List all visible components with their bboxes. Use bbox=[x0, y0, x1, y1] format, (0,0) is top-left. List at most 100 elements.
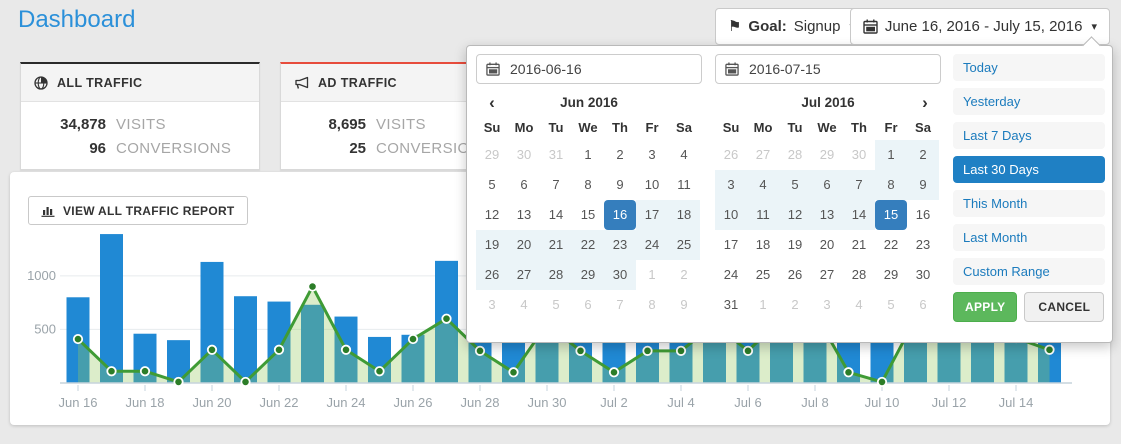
conversions-point[interactable] bbox=[442, 315, 450, 323]
calendar-day[interactable]: 30 bbox=[604, 260, 636, 290]
conversions-point[interactable] bbox=[476, 347, 484, 355]
calendar-day[interactable]: 4 bbox=[843, 290, 875, 320]
calendar-day[interactable]: 16 bbox=[907, 200, 939, 230]
end-date-field[interactable] bbox=[747, 60, 932, 78]
calendar-day[interactable]: 10 bbox=[715, 200, 747, 230]
calendar-day[interactable]: 9 bbox=[907, 170, 939, 200]
start-date-input[interactable] bbox=[476, 54, 702, 84]
calendar-day[interactable]: 2 bbox=[668, 260, 700, 290]
calendar-day[interactable]: 14 bbox=[843, 200, 875, 230]
calendar-day[interactable]: 22 bbox=[875, 230, 907, 260]
calendar-day[interactable]: 4 bbox=[508, 290, 540, 320]
range-preset-yesterday[interactable]: Yesterday bbox=[953, 88, 1105, 115]
conversions-point[interactable] bbox=[107, 367, 115, 375]
calendar-day[interactable]: 17 bbox=[715, 230, 747, 260]
calendar-day[interactable]: 7 bbox=[843, 170, 875, 200]
calendar-day[interactable]: 3 bbox=[476, 290, 508, 320]
calendar-day[interactable]: 9 bbox=[604, 170, 636, 200]
conversions-point[interactable] bbox=[208, 346, 216, 354]
range-preset-custom-range[interactable]: Custom Range bbox=[953, 258, 1105, 285]
calendar-day[interactable]: 20 bbox=[811, 230, 843, 260]
calendar-day[interactable]: 18 bbox=[747, 230, 779, 260]
calendar-day[interactable]: 29 bbox=[476, 140, 508, 170]
calendar-day[interactable]: 30 bbox=[907, 260, 939, 290]
conversions-point[interactable] bbox=[141, 367, 149, 375]
calendar-day[interactable]: 23 bbox=[907, 230, 939, 260]
range-preset-last-month[interactable]: Last Month bbox=[953, 224, 1105, 251]
calendar-day[interactable]: 5 bbox=[875, 290, 907, 320]
conversions-point[interactable] bbox=[677, 347, 685, 355]
conversions-point[interactable] bbox=[74, 335, 82, 343]
calendar-day[interactable]: 27 bbox=[508, 260, 540, 290]
conversions-point[interactable] bbox=[308, 282, 316, 290]
calendar-day[interactable]: 22 bbox=[572, 230, 604, 260]
calendar-day[interactable]: 3 bbox=[636, 140, 668, 170]
calendar-day[interactable]: 29 bbox=[811, 140, 843, 170]
calendar-day[interactable]: 20 bbox=[508, 230, 540, 260]
calendar-day[interactable]: 3 bbox=[811, 290, 843, 320]
calendar-day[interactable]: 21 bbox=[540, 230, 572, 260]
calendar-day[interactable]: 13 bbox=[508, 200, 540, 230]
calendar-day[interactable]: 27 bbox=[811, 260, 843, 290]
calendar-day[interactable]: 21 bbox=[843, 230, 875, 260]
calendar-day[interactable]: 3 bbox=[715, 170, 747, 200]
calendar-day[interactable]: 30 bbox=[843, 140, 875, 170]
calendar-day[interactable]: 1 bbox=[636, 260, 668, 290]
calendar-day[interactable]: 25 bbox=[668, 230, 700, 260]
conversions-point[interactable] bbox=[878, 378, 886, 386]
calendar-day[interactable]: 2 bbox=[907, 140, 939, 170]
conversions-point[interactable] bbox=[174, 378, 182, 386]
calendar-day[interactable]: 25 bbox=[747, 260, 779, 290]
calendar-day[interactable]: 26 bbox=[779, 260, 811, 290]
visits-bar[interactable] bbox=[234, 296, 257, 383]
calendar-day[interactable]: 31 bbox=[540, 140, 572, 170]
calendar-day[interactable]: 5 bbox=[540, 290, 572, 320]
conversions-point[interactable] bbox=[241, 378, 249, 386]
calendar-day[interactable]: 8 bbox=[636, 290, 668, 320]
calendar-day[interactable]: 29 bbox=[572, 260, 604, 290]
calendar-day[interactable]: 28 bbox=[843, 260, 875, 290]
calendar-day[interactable]: 18 bbox=[668, 200, 700, 230]
calendar-day[interactable]: 9 bbox=[668, 290, 700, 320]
calendar-day[interactable]: 1 bbox=[572, 140, 604, 170]
range-preset-today[interactable]: Today bbox=[953, 54, 1105, 81]
conversions-point[interactable] bbox=[275, 346, 283, 354]
range-preset-this-month[interactable]: This Month bbox=[953, 190, 1105, 217]
calendar-day[interactable]: 29 bbox=[875, 260, 907, 290]
calendar-day[interactable]: 4 bbox=[668, 140, 700, 170]
conversions-point[interactable] bbox=[744, 347, 752, 355]
conversions-point[interactable] bbox=[375, 367, 383, 375]
calendar-day[interactable]: 11 bbox=[668, 170, 700, 200]
calendar-day[interactable]: 19 bbox=[476, 230, 508, 260]
calendar-day[interactable]: 24 bbox=[636, 230, 668, 260]
start-date-field[interactable] bbox=[508, 60, 693, 78]
calendar-day-selected[interactable]: 16 bbox=[604, 200, 636, 230]
conversions-point[interactable] bbox=[610, 368, 618, 376]
conversions-point[interactable] bbox=[409, 335, 417, 343]
calendar-day[interactable]: 6 bbox=[508, 170, 540, 200]
calendar-day[interactable]: 19 bbox=[779, 230, 811, 260]
goal-dropdown-button[interactable]: ⚑ Goal: Signup ▾ bbox=[715, 8, 868, 45]
cancel-button[interactable]: CANCEL bbox=[1024, 292, 1104, 322]
calendar-day[interactable]: 7 bbox=[604, 290, 636, 320]
calendar-day[interactable]: 8 bbox=[572, 170, 604, 200]
calendar-day[interactable]: 5 bbox=[779, 170, 811, 200]
calendar-day[interactable]: 11 bbox=[747, 200, 779, 230]
calendar-day[interactable]: 28 bbox=[540, 260, 572, 290]
calendar-day[interactable]: 12 bbox=[476, 200, 508, 230]
chevron-right-icon[interactable]: › bbox=[909, 90, 941, 116]
conversions-point[interactable] bbox=[844, 368, 852, 376]
calendar-day[interactable]: 30 bbox=[508, 140, 540, 170]
conversions-point[interactable] bbox=[643, 347, 651, 355]
view-all-traffic-report-button[interactable]: VIEW ALL TRAFFIC REPORT bbox=[28, 196, 248, 225]
calendar-day[interactable]: 17 bbox=[636, 200, 668, 230]
conversions-point[interactable] bbox=[509, 368, 517, 376]
calendar-day[interactable]: 14 bbox=[540, 200, 572, 230]
calendar-day[interactable]: 4 bbox=[747, 170, 779, 200]
calendar-day[interactable]: 12 bbox=[779, 200, 811, 230]
range-preset-last-30-days[interactable]: Last 30 Days bbox=[953, 156, 1105, 183]
calendar-day[interactable]: 2 bbox=[604, 140, 636, 170]
calendar-day[interactable]: 6 bbox=[907, 290, 939, 320]
calendar-day[interactable]: 7 bbox=[540, 170, 572, 200]
calendar-day[interactable]: 8 bbox=[875, 170, 907, 200]
